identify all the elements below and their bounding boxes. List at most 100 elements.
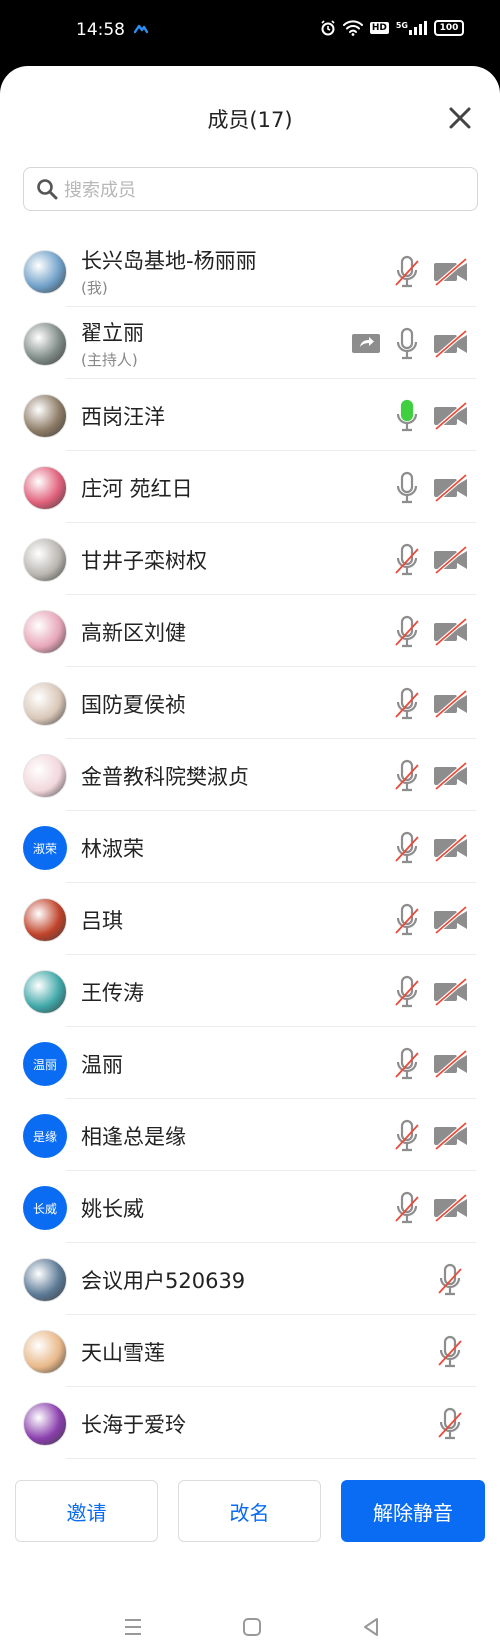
camera-off-icon[interactable] <box>432 615 470 649</box>
member-name: 姚长威 <box>81 1197 144 1221</box>
camera-off-icon[interactable] <box>432 327 470 361</box>
camera-off-icon[interactable] <box>432 471 470 505</box>
members-sheet: 成员(17) 搜索成员 长兴岛基地-杨丽丽 (我) 翟立丽 (主持人) 西岗汪洋 庄河 苑… <box>0 66 500 1652</box>
member-row[interactable]: 天山雪莲 <box>0 1315 500 1387</box>
close-icon[interactable] <box>447 105 473 131</box>
camera-off-icon[interactable] <box>432 1191 470 1225</box>
system-nav-bar <box>0 1604 500 1652</box>
camera-off-icon[interactable] <box>432 831 470 865</box>
member-name: 甘井子栾树权 <box>81 549 207 573</box>
search-placeholder: 搜索成员 <box>64 180 136 201</box>
member-row[interactable]: 长威 姚长威 <box>0 1171 500 1243</box>
mic-icon[interactable] <box>393 399 421 433</box>
member-name: 相逢总是缘 <box>81 1125 186 1149</box>
member-row[interactable]: 庄河 苑红日 <box>0 451 500 523</box>
search-input[interactable]: 搜索成员 <box>23 167 478 211</box>
mic-muted-icon[interactable] <box>393 255 421 289</box>
member-name: 翟立丽 <box>81 321 144 345</box>
network-label: 5G <box>396 21 427 35</box>
avatar <box>23 754 67 798</box>
member-name: 吕琪 <box>81 909 123 933</box>
avatar: 淑荣 <box>23 826 67 870</box>
member-row[interactable]: 会议用户520639 <box>0 1243 500 1315</box>
avatar <box>23 538 67 582</box>
avatar: 是缘 <box>23 1114 67 1158</box>
member-name: 温丽 <box>81 1053 123 1077</box>
mic-muted-icon[interactable] <box>393 1047 421 1081</box>
member-row[interactable]: 温丽 温丽 <box>0 1027 500 1099</box>
mic-icon[interactable] <box>393 471 421 505</box>
mic-muted-icon[interactable] <box>436 1335 464 1369</box>
member-role: (我) <box>81 279 108 297</box>
member-row[interactable]: 金普教科院樊淑贞 <box>0 739 500 811</box>
mic-muted-icon[interactable] <box>393 903 421 937</box>
avatar <box>23 322 67 366</box>
camera-off-icon[interactable] <box>432 399 470 433</box>
mic-muted-icon[interactable] <box>436 1263 464 1297</box>
menu-icon[interactable] <box>123 1616 143 1638</box>
avatar <box>23 610 67 654</box>
avatar <box>23 1330 67 1374</box>
member-row[interactable]: 吕琪 <box>0 883 500 955</box>
avatar <box>23 1402 67 1446</box>
camera-off-icon[interactable] <box>432 543 470 577</box>
member-row[interactable]: 王传涛 <box>0 955 500 1027</box>
mic-muted-icon[interactable] <box>393 1119 421 1153</box>
avatar: 长威 <box>23 1186 67 1230</box>
mic-muted-icon[interactable] <box>436 1407 464 1441</box>
app-notification-icon <box>134 24 148 34</box>
member-row[interactable]: 翟立丽 (主持人) <box>0 307 500 379</box>
camera-off-icon[interactable] <box>432 759 470 793</box>
unmute-all-button[interactable]: 解除静音 <box>341 1480 485 1542</box>
member-name: 国防夏侯祯 <box>81 693 186 717</box>
status-bar: 14:58 HD 5G 100 <box>0 0 500 66</box>
battery-indicator: 100 <box>434 20 464 36</box>
member-name: 会议用户520639 <box>81 1269 246 1293</box>
member-row[interactable]: 长兴岛基地-杨丽丽 (我) <box>0 235 500 307</box>
member-list: 长兴岛基地-杨丽丽 (我) 翟立丽 (主持人) 西岗汪洋庄河 苑红日 甘井子栾树权高新区刘… <box>0 235 500 1459</box>
member-row[interactable]: 西岗汪洋 <box>0 379 500 451</box>
mic-muted-icon[interactable] <box>393 1191 421 1225</box>
camera-off-icon[interactable] <box>432 1047 470 1081</box>
member-name: 王传涛 <box>81 981 144 1005</box>
avatar <box>23 466 67 510</box>
camera-off-icon[interactable] <box>432 903 470 937</box>
status-icons: HD 5G 100 <box>320 20 464 36</box>
rename-button[interactable]: 改名 <box>178 1480 321 1542</box>
mic-icon[interactable] <box>393 327 421 361</box>
status-time: 14:58 <box>76 20 125 40</box>
mic-muted-icon[interactable] <box>393 615 421 649</box>
avatar: 温丽 <box>23 1042 67 1086</box>
avatar <box>23 682 67 726</box>
member-row[interactable]: 国防夏侯祯 <box>0 667 500 739</box>
avatar <box>23 394 67 438</box>
mic-muted-icon[interactable] <box>393 687 421 721</box>
mic-muted-icon[interactable] <box>393 543 421 577</box>
member-row[interactable]: 长海于爱玲 <box>0 1387 500 1459</box>
wifi-icon <box>342 20 363 36</box>
signal-icon <box>409 21 427 35</box>
camera-off-icon[interactable] <box>432 975 470 1009</box>
member-row[interactable]: 甘井子栾树权 <box>0 523 500 595</box>
hd-badge: HD <box>369 22 389 34</box>
member-name: 庄河 苑红日 <box>81 477 193 501</box>
member-name: 林淑荣 <box>81 837 144 861</box>
avatar <box>23 1258 67 1302</box>
member-name: 长海于爱玲 <box>81 1413 186 1437</box>
member-row[interactable]: 是缘 相逢总是缘 <box>0 1099 500 1171</box>
camera-off-icon[interactable] <box>432 1119 470 1153</box>
back-icon[interactable] <box>361 1616 381 1638</box>
member-row[interactable]: 淑荣 林淑荣 <box>0 811 500 883</box>
member-row[interactable]: 高新区刘健 <box>0 595 500 667</box>
avatar <box>23 898 67 942</box>
row-divider <box>66 1458 476 1459</box>
mic-muted-icon[interactable] <box>393 975 421 1009</box>
invite-button[interactable]: 邀请 <box>15 1480 158 1542</box>
mic-muted-icon[interactable] <box>393 759 421 793</box>
home-icon[interactable] <box>242 1616 262 1638</box>
screen-share-icon <box>351 327 381 361</box>
camera-off-icon[interactable] <box>432 687 470 721</box>
camera-off-icon[interactable] <box>432 255 470 289</box>
member-name: 天山雪莲 <box>81 1341 165 1365</box>
mic-muted-icon[interactable] <box>393 831 421 865</box>
